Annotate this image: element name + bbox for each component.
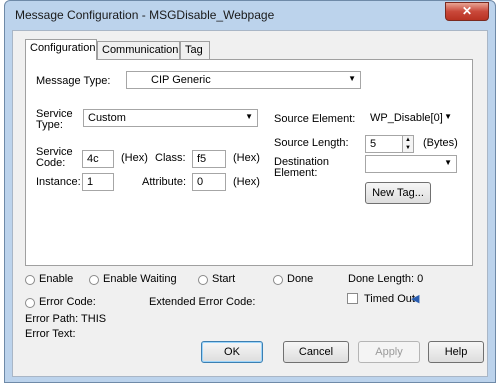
chevron-down-icon: ▼ [444,158,452,167]
source-length-label: Source Length: [274,137,349,149]
service-type-dropdown[interactable]: Custom ▼ [83,109,258,127]
attribute-field[interactable]: 0 [192,173,226,191]
window-title: Message Configuration - MSGDisable_Webpa… [15,8,275,22]
error-text-label: Error Text: [25,328,76,340]
source-length-stepper[interactable]: ▲ ▼ [402,135,414,153]
enable-indicator [25,275,35,285]
close-button[interactable]: ✕ [445,2,489,21]
enable-waiting-indicator [89,275,99,285]
source-element-value: WP_Disable[0] [370,112,443,124]
message-type-dropdown[interactable]: CIP Generic ▼ [126,71,361,89]
chevron-down-icon: ▼ [444,112,452,121]
chevron-down-icon: ▼ [245,112,253,121]
source-element-dropdown[interactable]: WP_Disable[0] ▼ [365,109,457,127]
bytes-label: (Bytes) [423,137,458,149]
enable-label: Enable [39,273,74,285]
timed-out-checkbox[interactable] [347,293,358,304]
destination-element-label-2: Element: [274,167,318,179]
message-type-label: Message Type: [36,75,111,87]
done-indicator [273,275,283,285]
configuration-panel: Message Type: CIP Generic ▼ Service Type… [25,59,473,266]
message-type-value: CIP Generic [151,74,211,86]
attribute-label: Attribute: [142,176,187,188]
error-code-label: Error Code: [39,296,96,308]
enable-waiting-label: Enable Waiting [103,273,177,285]
class-field[interactable]: f5 [192,150,226,168]
service-code-field[interactable]: 4c [82,150,114,168]
tab-configuration[interactable]: Configuration [25,39,97,60]
done-length: Done Length: 0 [348,273,424,285]
instance-label: Instance: [36,176,81,188]
arrow-left-icon: ◀ [411,293,420,305]
service-type-value: Custom [88,112,126,124]
start-label: Start [212,273,236,285]
error-code-indicator [25,298,35,308]
title-bar[interactable]: Message Configuration - MSGDisable_Webpa… [5,1,495,29]
error-path: Error Path: THIS [25,313,107,325]
chevron-down-icon: ▼ [348,74,356,83]
attribute-hex-label: (Hex) [233,176,260,188]
timed-out-label: Timed Out [364,293,415,305]
done-label: Done [287,273,314,285]
dialog-window: Message Configuration - MSGDisable_Webpa… [4,0,496,383]
source-element-label: Source Element: [274,113,356,125]
service-code-label-2: Code: [36,157,66,169]
extended-error-code-label: Extended Error Code: [149,296,256,308]
class-hex-label: (Hex) [233,152,260,164]
service-code-hex-label: (Hex) [121,152,148,164]
new-tag-button[interactable]: New Tag... [365,182,431,204]
ok-button[interactable]: OK [201,341,263,363]
cancel-button[interactable]: Cancel [283,341,349,363]
destination-element-dropdown[interactable]: ▼ [365,155,457,173]
service-type-label-2: Type: [36,119,63,131]
tab-tag[interactable]: Tag [180,41,210,59]
close-icon: ✕ [461,4,473,18]
apply-button[interactable]: Apply [358,341,420,363]
dialog-body: Configuration Communication Tag Message … [12,30,488,377]
help-button[interactable]: Help [428,341,484,363]
tab-communication[interactable]: Communication [97,41,180,59]
class-label: Class: [155,152,186,164]
start-indicator [198,275,208,285]
instance-field[interactable]: 1 [82,173,114,191]
